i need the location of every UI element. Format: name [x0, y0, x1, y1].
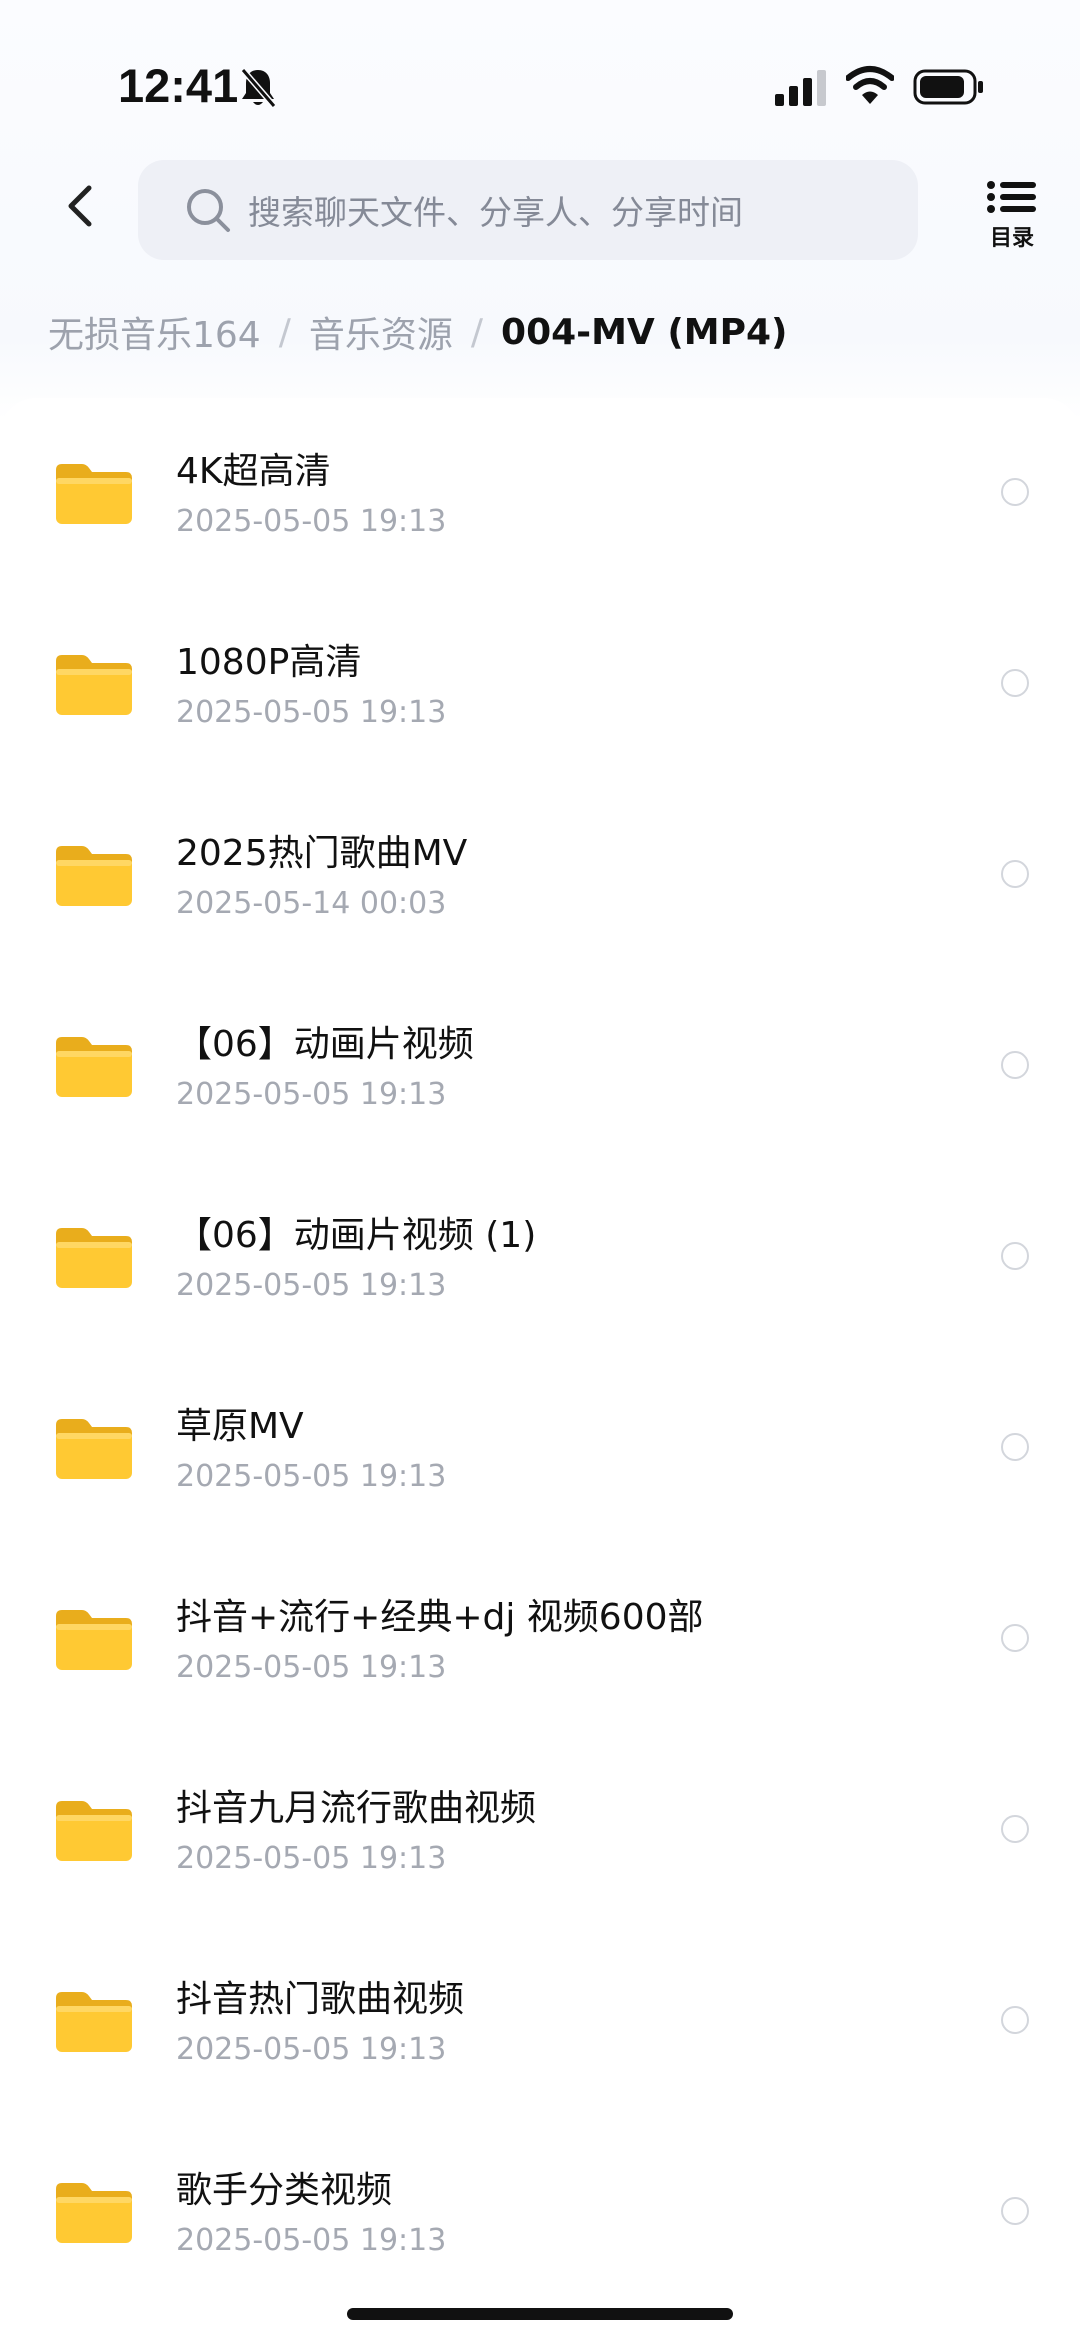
folder-icon	[56, 1610, 132, 1670]
file-name: 抖音热门歌曲视频	[176, 1979, 465, 2020]
toc-button[interactable]: 目录	[980, 180, 1044, 251]
folder-icon	[56, 655, 132, 715]
toc-label: 目录	[989, 226, 1034, 251]
select-radio[interactable]	[1001, 1242, 1029, 1270]
select-radio[interactable]	[1001, 1051, 1029, 1079]
breadcrumb-separator: /	[470, 311, 484, 353]
breadcrumb-current: 004-MV (MP4)	[501, 311, 788, 353]
select-radio[interactable]	[1001, 669, 1029, 697]
file-name: 歌手分类视频	[176, 2170, 393, 2211]
folder-icon	[56, 2183, 132, 2243]
list-icon	[987, 181, 1036, 213]
file-name: 1080P高清	[176, 642, 362, 683]
folder-icon	[56, 1228, 132, 1288]
file-row[interactable]: 2025热门歌曲MV 2025-05-14 00:03	[0, 780, 1080, 971]
file-name: 【06】动画片视频	[176, 1024, 474, 1065]
home-indicator[interactable]	[347, 2308, 733, 2320]
file-date: 2025-05-05 19:13	[176, 1077, 447, 1112]
battery-icon	[913, 69, 983, 105]
file-row[interactable]: 草原MV 2025-05-05 19:13	[0, 1353, 1080, 1544]
breadcrumb-item[interactable]: 音乐资源	[309, 306, 453, 358]
file-date: 2025-05-05 19:13	[176, 504, 447, 539]
breadcrumb-separator: /	[278, 311, 291, 353]
status-time: 12:41	[118, 59, 239, 112]
select-radio[interactable]	[1001, 478, 1029, 506]
file-row[interactable]: 歌手分类视频 2025-05-05 19:13	[0, 2117, 1080, 2308]
file-row[interactable]: 1080P高清 2025-05-05 19:13	[0, 589, 1080, 780]
folder-icon	[56, 1037, 132, 1097]
wifi-icon	[846, 66, 894, 104]
file-name: 草原MV	[176, 1406, 304, 1447]
screen: 12:41 搜索聊天文件、分享人、分享时间 目录 无损音乐164 / 音乐资源 …	[0, 0, 1080, 2348]
breadcrumb-item[interactable]: 无损音乐164	[48, 306, 261, 358]
file-date: 2025-05-05 19:13	[176, 1268, 447, 1303]
search-icon	[187, 189, 230, 232]
folder-icon	[56, 1992, 132, 2052]
bell-slash-icon	[240, 68, 277, 108]
chevron-left-icon	[68, 185, 92, 227]
file-name: 【06】动画片视频 (1)	[176, 1215, 537, 1256]
breadcrumb: 无损音乐164 / 音乐资源 / 004-MV (MP4)	[48, 304, 788, 360]
select-radio[interactable]	[1001, 1624, 1029, 1652]
select-radio[interactable]	[1001, 1433, 1029, 1461]
search-input[interactable]: 搜索聊天文件、分享人、分享时间	[138, 160, 918, 260]
file-name: 抖音+流行+经典+dj 视频600部	[176, 1597, 704, 1638]
file-name: 抖音九月流行歌曲视频	[176, 1788, 537, 1829]
file-list: 4K超高清 2025-05-05 19:13 1080P高清 2025-05-0…	[0, 398, 1080, 2348]
file-row[interactable]: 【06】动画片视频 2025-05-05 19:13	[0, 971, 1080, 1162]
folder-icon	[56, 846, 132, 906]
file-date: 2025-05-05 19:13	[176, 2223, 447, 2258]
select-radio[interactable]	[1001, 860, 1029, 888]
file-row[interactable]: 抖音九月流行歌曲视频 2025-05-05 19:13	[0, 1735, 1080, 1926]
file-date: 2025-05-05 19:13	[176, 695, 447, 730]
select-radio[interactable]	[1001, 1815, 1029, 1843]
file-name: 4K超高清	[176, 451, 331, 492]
file-date: 2025-05-14 00:03	[176, 886, 447, 921]
search-placeholder: 搜索聊天文件、分享人、分享时间	[248, 193, 743, 232]
back-button[interactable]	[52, 176, 108, 236]
file-name: 2025热门歌曲MV	[176, 833, 468, 874]
select-radio[interactable]	[1001, 2006, 1029, 2034]
folder-icon	[56, 1801, 132, 1861]
folder-icon	[56, 1419, 132, 1479]
file-row[interactable]: 抖音+流行+经典+dj 视频600部 2025-05-05 19:13	[0, 1544, 1080, 1735]
file-row[interactable]: 4K超高清 2025-05-05 19:13	[0, 398, 1080, 589]
folder-icon	[56, 464, 132, 524]
file-date: 2025-05-05 19:13	[176, 1650, 447, 1685]
signal-icon	[775, 70, 826, 106]
file-row[interactable]: 抖音热门歌曲视频 2025-05-05 19:13	[0, 1926, 1080, 2117]
select-radio[interactable]	[1001, 2197, 1029, 2225]
file-row[interactable]: 【06】动画片视频 (1) 2025-05-05 19:13	[0, 1162, 1080, 1353]
file-date: 2025-05-05 19:13	[176, 1841, 447, 1876]
file-date: 2025-05-05 19:13	[176, 1459, 447, 1494]
file-date: 2025-05-05 19:13	[176, 2032, 447, 2067]
status-bar: 12:41	[0, 0, 1080, 150]
